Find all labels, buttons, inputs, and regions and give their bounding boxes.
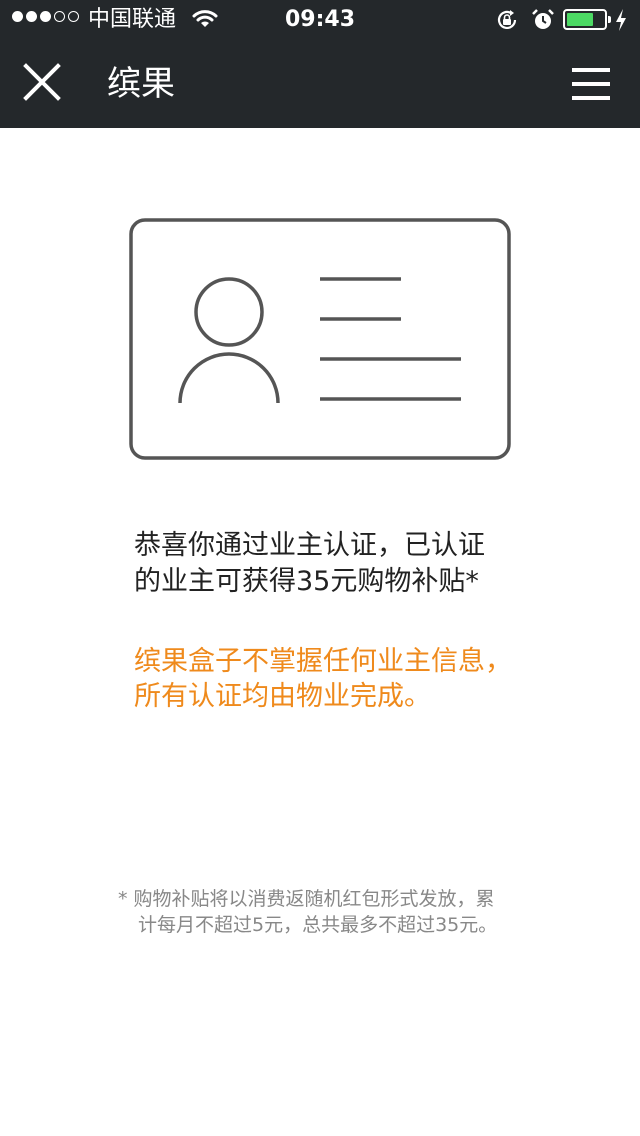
message-line-1: 恭喜你通过业主认证，已认证 [134,530,485,561]
privacy-notice: 缤果盒子不掌握任何业主信息， 所有认证均由物业完成。 [134,644,534,714]
status-bar: 中国联通 09:43 [0,0,640,40]
certification-message: 恭喜你通过业主认证，已认证 的业主可获得35元购物补贴* [134,528,534,600]
footnote-line-1: * 购物补贴将以消费返随机红包形式发放，累 [118,888,495,910]
page-title: 缤果 [107,64,175,104]
charging-bolt-icon [614,8,628,36]
battery-icon [563,9,611,30]
menu-button[interactable] [566,64,614,104]
rotation-lock-icon [495,8,519,36]
subsidy-footnote: * 购物补贴将以消费返随机红包形式发放，累 计每月不超过5元，总共最多不超过35… [118,886,530,938]
notice-line-1: 缤果盒子不掌握任何业主信息， [134,646,512,677]
close-icon [23,63,61,101]
nav-bar: 缤果 [0,40,640,128]
notice-line-2: 所有认证均由物业完成。 [134,681,431,712]
close-button[interactable] [18,60,66,108]
alarm-icon [531,8,555,36]
footnote-line-2: 计每月不超过5元，总共最多不超过35元。 [138,914,498,936]
menu-icon [572,68,610,100]
id-card-icon [128,217,512,465]
message-line-2: 的业主可获得35元购物补贴* [134,566,479,597]
